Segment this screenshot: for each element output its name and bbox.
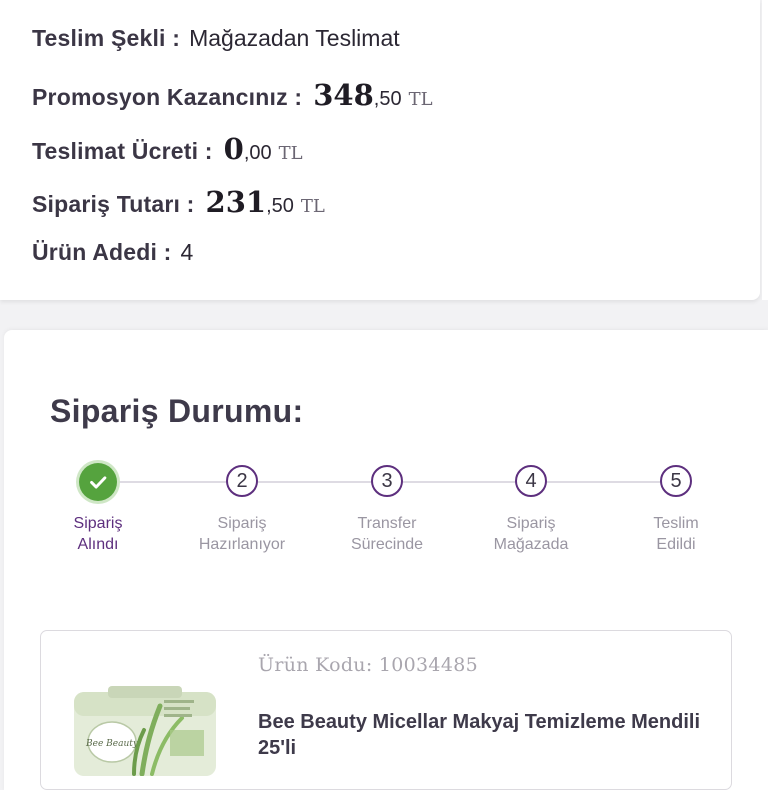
- order-total-label: Sipariş Tutarı :: [32, 191, 195, 217]
- delivery-fee-currency: TL: [278, 143, 303, 164]
- delivery-fee-integer: 0: [223, 132, 244, 166]
- step-5-circle: 5: [660, 465, 692, 497]
- order-total-integer: 231: [205, 185, 267, 219]
- step-1-label: Sipariş Alındı: [73, 515, 123, 553]
- promotion-savings-label: Promosyon Kazancınız :: [32, 84, 303, 110]
- delivery-fee-label: Teslimat Ücreti :: [32, 138, 213, 164]
- scrollbar-edge: [762, 0, 768, 300]
- order-status-title: Sipariş Durumu:: [50, 393, 304, 429]
- step-5-label: Teslim Edildi: [653, 515, 699, 553]
- order-total-price: 231 ,50 TL: [206, 185, 325, 219]
- promotion-savings-integer: 348: [313, 78, 374, 112]
- step-2-label: Sipariş Hazırlanıyor: [198, 515, 286, 553]
- promotion-savings-decimal: ,50: [373, 88, 402, 110]
- product-image[interactable]: Bee Beauty: [72, 686, 218, 776]
- delivery-fee-row: Teslimat Ücreti : 0 ,00 TL: [32, 132, 303, 166]
- step-3-label: Transfer Sürecinde: [350, 515, 424, 553]
- delivery-method-value: Mağazadan Teslimat: [189, 25, 400, 51]
- promotion-savings-price: 348 ,50 TL: [313, 78, 432, 112]
- delivery-fee-price: 0 ,00 TL: [224, 132, 303, 166]
- step-1-completed: [79, 463, 117, 501]
- step-4-label: Sipariş Mağazada: [493, 515, 569, 553]
- delivery-method-label: Teslim Şekli :: [32, 25, 181, 51]
- step-2-circle: 2: [226, 465, 258, 497]
- checkmark-icon: [90, 476, 107, 489]
- delivery-fee-decimal: ,00: [243, 142, 272, 164]
- product-packaging-text: Bee Beauty: [85, 739, 139, 749]
- item-count-value: 4: [180, 239, 194, 265]
- item-count-label: Ürün Adedi :: [32, 239, 172, 265]
- item-count-row: Ürün Adedi : 4: [32, 239, 193, 271]
- step-4-circle: 4: [515, 465, 547, 497]
- order-total-row: Sipariş Tutarı : 231 ,50 TL: [32, 185, 325, 219]
- order-total-currency: TL: [300, 196, 325, 217]
- delivery-method-row: Teslim Şekli : Mağazadan Teslimat: [32, 25, 400, 57]
- product-name[interactable]: Bee Beauty Micellar Makyaj Temizleme Men…: [258, 709, 718, 761]
- step-3-circle: 3: [371, 465, 403, 497]
- order-total-decimal: ,50: [266, 195, 294, 217]
- product-code: Ürün Kodu: 10034485: [258, 654, 478, 676]
- promotion-savings-currency: TL: [408, 89, 433, 110]
- promotion-savings-row: Promosyon Kazancınız : 348 ,50 TL: [32, 78, 433, 112]
